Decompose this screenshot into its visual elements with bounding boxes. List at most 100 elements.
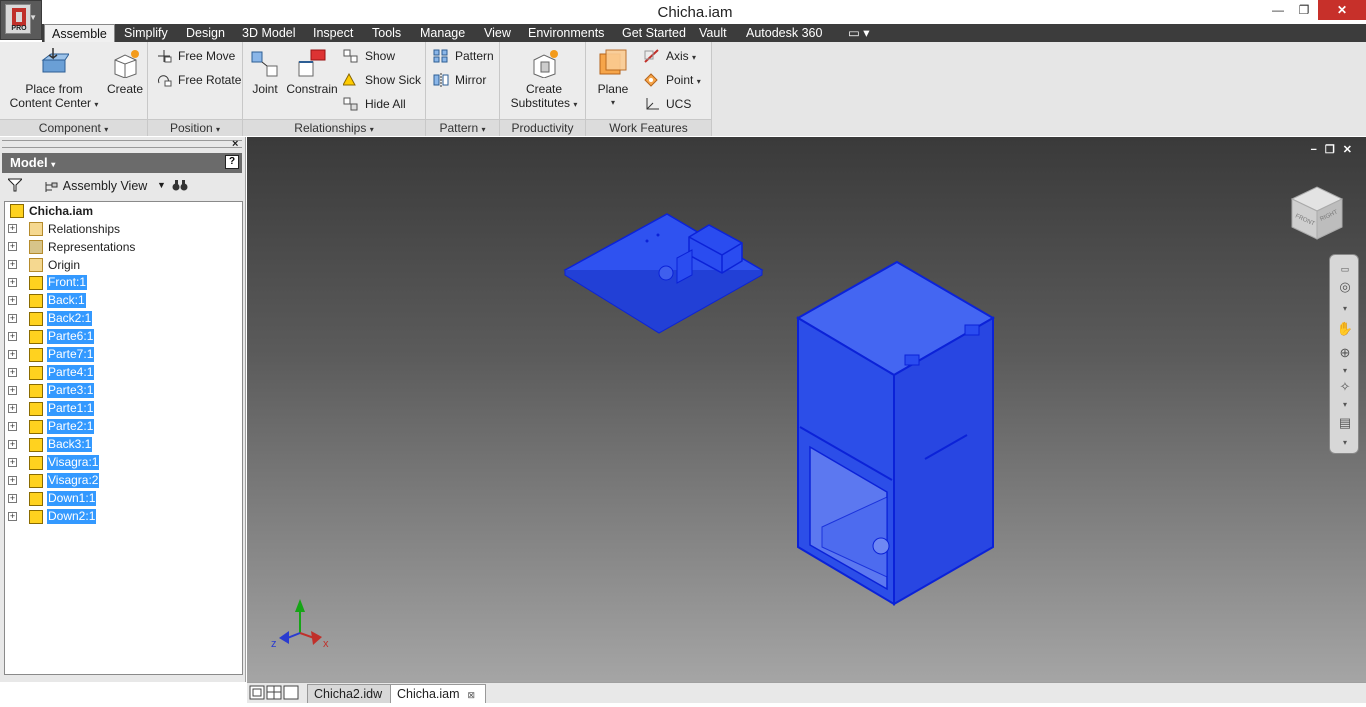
mirror-button[interactable]: Mirror xyxy=(433,70,486,90)
maximize-button[interactable]: ❐ xyxy=(1289,0,1319,20)
chevron-down-icon[interactable]: ▾ xyxy=(1336,435,1354,451)
tab-view[interactable]: View xyxy=(484,24,511,42)
pan-icon[interactable]: ✋ xyxy=(1336,321,1354,337)
plate-part[interactable] xyxy=(563,213,764,334)
tab-vault[interactable]: Vault xyxy=(699,24,727,42)
browser-grip[interactable] xyxy=(2,140,242,148)
tab-environments[interactable]: Environments xyxy=(528,24,604,42)
expand-icon[interactable]: + xyxy=(8,386,17,395)
point-button[interactable]: Point ▾ xyxy=(644,70,701,90)
close-button[interactable]: ✕ xyxy=(1318,0,1366,20)
assembly-model[interactable]: x z xyxy=(247,137,1366,682)
panel-title-pattern[interactable]: Pattern ▾ xyxy=(426,119,499,136)
create-component-button[interactable]: Create xyxy=(104,48,146,96)
expand-icon[interactable]: + xyxy=(8,476,17,485)
expand-icon[interactable]: + xyxy=(8,332,17,341)
expand-icon[interactable]: + xyxy=(8,278,17,287)
expand-icon[interactable]: + xyxy=(8,422,17,431)
zoom-icon[interactable]: ⊕ xyxy=(1336,345,1354,361)
create-substitutes-button[interactable]: Create Substitutes ▾ xyxy=(508,48,580,112)
tree-item[interactable]: + Visagra:2 xyxy=(5,472,235,490)
browser-close-icon[interactable]: × xyxy=(232,138,238,150)
close-tab-icon[interactable]: ⊠ xyxy=(468,690,476,700)
tab-autodesk-360[interactable]: Autodesk 360 xyxy=(746,24,822,42)
chevron-down-icon[interactable]: ▾ xyxy=(1336,363,1354,379)
tree-item[interactable]: + Down1:1 xyxy=(5,490,235,508)
expand-icon[interactable]: + xyxy=(8,368,17,377)
axis-button[interactable]: Axis ▾ xyxy=(644,46,696,66)
model-tree: − Chicha.iam + Relationships + Represent… xyxy=(4,201,243,675)
assembly-view-dropdown[interactable]: Assembly View xyxy=(44,178,147,194)
place-from-content-center-button[interactable]: Place from Content Center ▾ xyxy=(8,48,100,112)
tab-manage[interactable]: Manage xyxy=(420,24,465,42)
browser-header[interactable]: Model ▾ ? xyxy=(2,153,242,173)
tab-tools[interactable]: Tools xyxy=(372,24,401,42)
tab-simplify[interactable]: Simplify xyxy=(124,24,168,42)
expand-icon[interactable]: + xyxy=(8,314,17,323)
tree-item[interactable]: + Parte3:1 xyxy=(5,382,235,400)
application-menu-button[interactable]: PRO ▼ xyxy=(0,0,42,40)
ucs-button[interactable]: UCS xyxy=(644,94,691,114)
show-button[interactable]: Show xyxy=(343,46,395,66)
tree-item[interactable]: + Parte7:1 xyxy=(5,346,235,364)
expand-icon[interactable]: + xyxy=(8,350,17,359)
tree-item[interactable]: + Parte1:1 xyxy=(5,400,235,418)
plane-button[interactable]: Plane ▾ xyxy=(592,48,634,110)
expand-icon[interactable]: + xyxy=(8,242,17,251)
show-sick-button[interactable]: Show Sick xyxy=(342,70,421,90)
tree-item[interactable]: + Relationships xyxy=(5,220,235,238)
chevron-down-icon[interactable]: ▾ xyxy=(1336,397,1354,413)
viewcube[interactable]: FRONT RIGHT xyxy=(1287,181,1347,241)
tab-get-started[interactable]: Get Started xyxy=(622,24,686,42)
expand-icon[interactable]: + xyxy=(8,440,17,449)
expand-icon[interactable]: + xyxy=(8,458,17,467)
expand-icon[interactable]: + xyxy=(8,512,17,521)
graphics-viewport[interactable]: x z −❐✕ FRONT RIGHT ▭ ◎ ▾ ✋ ⊕ ▾ ✧ ▾ ▤ ▾ xyxy=(247,137,1366,682)
part-icon xyxy=(29,510,43,524)
orbit-icon[interactable]: ✧ xyxy=(1336,379,1354,395)
tab-design[interactable]: Design xyxy=(186,24,225,42)
tree-item[interactable]: + Parte4:1 xyxy=(5,364,235,382)
doc-tab-chicha-iam[interactable]: Chicha.iam ⊠ xyxy=(390,684,487,703)
panel-title-component[interactable]: Component ▾ xyxy=(0,119,147,136)
tab-assemble[interactable]: Assemble xyxy=(44,24,115,42)
tree-item[interactable]: + Parte2:1 xyxy=(5,418,235,436)
tree-item[interactable]: + Origin xyxy=(5,256,235,274)
chevron-down-icon[interactable]: ▾ xyxy=(1336,301,1354,317)
tree-item[interactable]: + Back3:1 xyxy=(5,436,235,454)
tile-windows-icon[interactable] xyxy=(249,685,305,701)
free-rotate-button[interactable]: Free Rotate xyxy=(156,70,241,90)
enclosure-part[interactable] xyxy=(796,260,995,606)
expand-icon[interactable]: + xyxy=(8,404,17,413)
expand-icon[interactable]: + xyxy=(8,224,17,233)
expand-icon[interactable]: + xyxy=(8,494,17,503)
expand-icon[interactable]: + xyxy=(8,260,17,269)
tab-3d-model[interactable]: 3D Model xyxy=(242,24,296,42)
panel-title-position[interactable]: Position ▾ xyxy=(148,119,242,136)
panel-title-relationships[interactable]: Relationships ▾ xyxy=(243,119,425,136)
tree-item[interactable]: + Down2:1 xyxy=(5,508,235,526)
free-move-button[interactable]: Free Move xyxy=(156,46,235,66)
expand-icon[interactable]: + xyxy=(8,296,17,305)
binoculars-icon[interactable] xyxy=(172,178,188,192)
steering-wheel-icon[interactable]: ◎ xyxy=(1336,279,1354,295)
hide-all-button[interactable]: Hide All xyxy=(343,94,406,114)
tree-item[interactable]: + Visagra:1 xyxy=(5,454,235,472)
doc-tab-chicha2-idw[interactable]: Chicha2.idw xyxy=(307,684,394,703)
ribbon-display-options-icon[interactable]: ▭ ▾ xyxy=(848,24,870,42)
pattern-button[interactable]: Pattern xyxy=(433,46,494,66)
constrain-button[interactable]: Constrain xyxy=(285,48,339,96)
joint-button[interactable]: Joint xyxy=(247,48,283,96)
tree-item[interactable]: + Front:1 xyxy=(5,274,235,292)
navbar-close-icon[interactable]: ▭ xyxy=(1336,261,1354,277)
tree-item[interactable]: + Back2:1 xyxy=(5,310,235,328)
help-icon[interactable]: ? xyxy=(225,155,239,169)
viewport-window-controls[interactable]: −❐✕ xyxy=(1310,143,1360,156)
tab-inspect[interactable]: Inspect xyxy=(313,24,353,42)
look-at-icon[interactable]: ▤ xyxy=(1336,415,1354,431)
chevron-down-icon[interactable]: ▼ xyxy=(157,180,166,190)
tree-item[interactable]: + Parte6:1 xyxy=(5,328,235,346)
filter-icon[interactable] xyxy=(6,178,24,192)
tree-item[interactable]: + Back:1 xyxy=(5,292,235,310)
tree-item[interactable]: + Representations xyxy=(5,238,235,256)
